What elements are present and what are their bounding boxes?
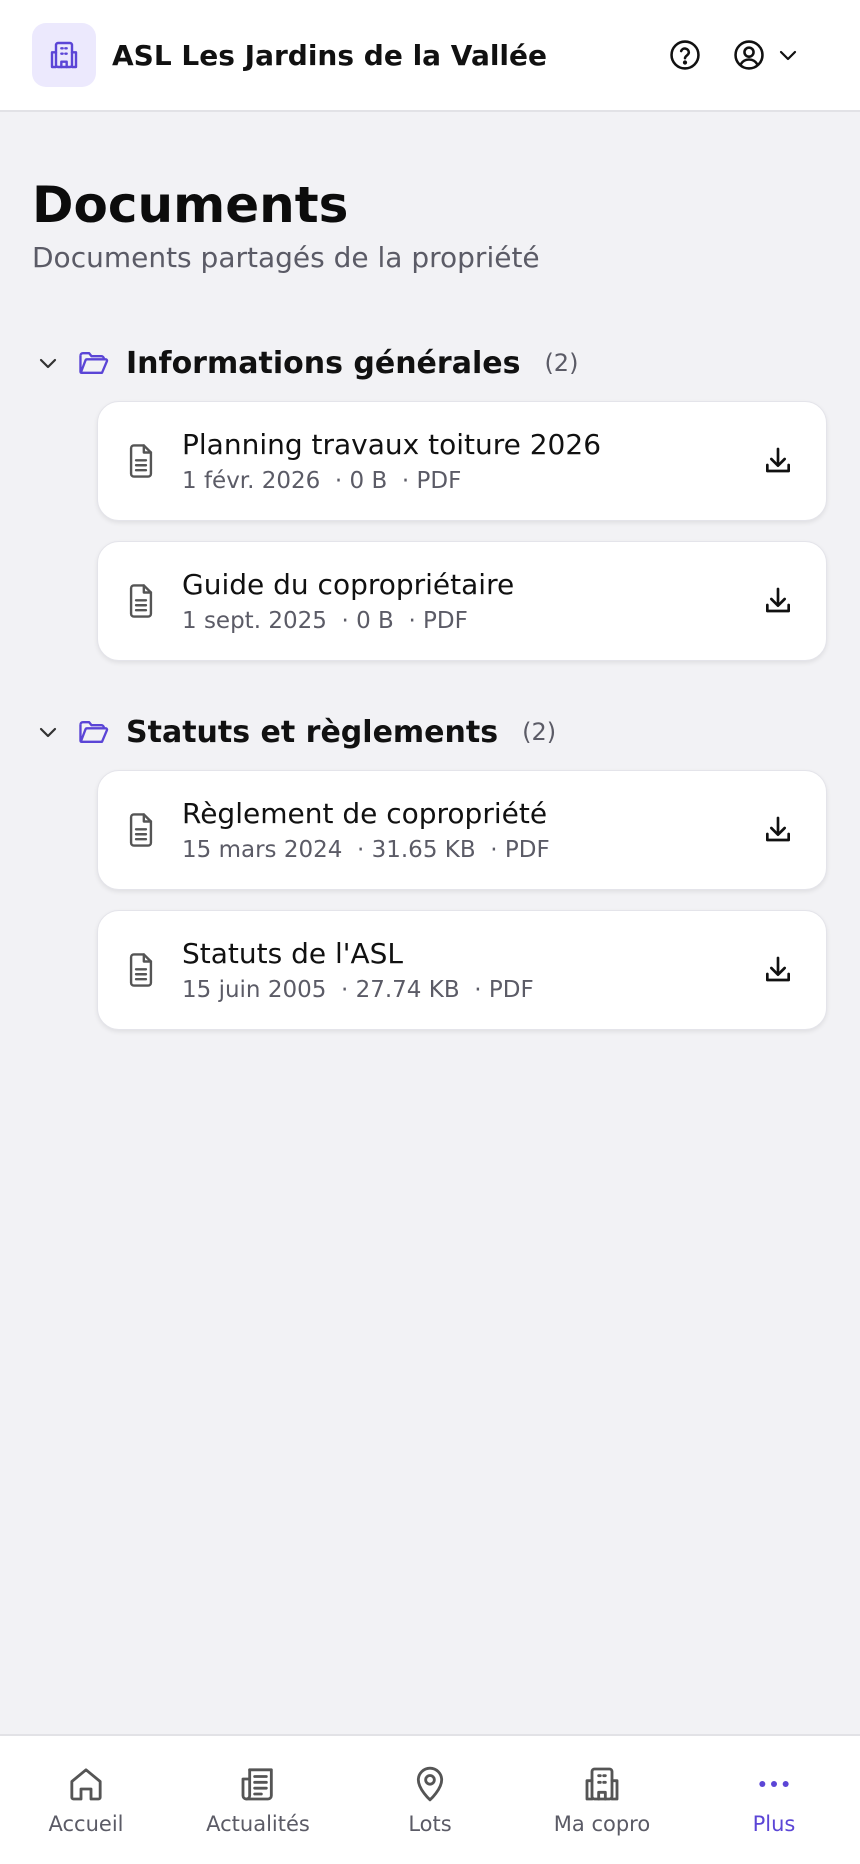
map-pin-icon [416,1766,444,1802]
document-card[interactable]: Guide du copropriétaire 1 sept. 2025 · 0… [97,541,827,661]
nav-item-ma-copro[interactable]: Ma copro [516,1736,688,1836]
section-title: Statuts et règlements [126,714,499,750]
document-card[interactable]: Statuts de l'ASL 15 juin 2005 · 27.74 KB… [97,910,827,1030]
folder-open-icon [78,349,110,377]
section-header-informations-generales[interactable]: Informations générales (2) [32,343,578,383]
file-text-icon [124,953,158,987]
document-meta: 15 mars 2024 · 31.65 KB · PDF [182,836,550,863]
bottom-nav: Accueil Actualités Lots Ma copro Plus [0,1734,860,1864]
download-button[interactable] [756,808,800,852]
document-name: Guide du copropriétaire [182,568,515,602]
document-name: Planning travaux toiture 2026 [182,428,602,462]
nav-label: Ma copro [553,1812,651,1836]
file-text-icon [124,584,158,618]
help-button[interactable] [668,38,702,72]
document-name: Statuts de l'ASL [182,937,404,971]
document-meta: 1 févr. 2026 · 0 B · PDF [182,467,462,494]
collapse-chevron-icon[interactable] [32,351,64,375]
nav-item-accueil[interactable]: Accueil [0,1736,172,1836]
document-card[interactable]: Règlement de copropriété 15 mars 2024 · … [97,770,827,890]
nav-item-actualites[interactable]: Actualités [172,1736,344,1836]
download-icon [766,587,790,613]
file-text-icon [124,813,158,847]
download-icon [766,447,790,473]
document-name: Règlement de copropriété [182,797,548,831]
nav-label: Plus [752,1812,796,1836]
file-text-icon [124,444,158,478]
page-header: Documents Documents partagés de la propr… [32,176,540,275]
collapse-chevron-icon[interactable] [32,720,64,744]
newspaper-icon [241,1768,273,1801]
document-meta: 1 sept. 2025 · 0 B · PDF [182,607,468,634]
page-title: Documents [32,176,349,234]
download-icon [766,816,790,842]
section-header-statuts-et-reglements[interactable]: Statuts et règlements (2) [32,712,556,752]
nav-label: Actualités [206,1812,310,1836]
download-icon [766,956,790,982]
building-icon [585,1767,619,1801]
home-icon [70,1768,102,1801]
download-button[interactable] [756,948,800,992]
section-title: Informations générales [126,345,521,381]
section-count: (2) [522,718,557,746]
folder-open-icon [78,718,110,746]
user-circle-icon [734,40,764,70]
download-button[interactable] [756,439,800,483]
app-title: ASL Les Jardins de la Vallée [112,38,548,72]
section-count: (2) [544,349,579,377]
nav-label: Lots [408,1812,452,1836]
help-circle-icon [670,40,700,70]
download-button[interactable] [756,579,800,623]
nav-item-plus[interactable]: Plus [688,1736,860,1836]
document-meta: 15 juin 2005 · 27.74 KB · PDF [182,976,534,1003]
user-menu-button[interactable] [732,38,800,72]
nav-item-lots[interactable]: Lots [344,1736,516,1836]
app-logo[interactable] [32,23,96,87]
chevron-down-icon [779,50,797,61]
document-card[interactable]: Planning travaux toiture 2026 1 févr. 20… [97,401,827,521]
top-bar: ASL Les Jardins de la Vallée [0,0,860,112]
more-dots-icon [759,1781,789,1787]
building-icon [50,41,78,69]
nav-label: Accueil [48,1812,124,1836]
page-subtitle: Documents partagés de la propriété [32,241,540,274]
